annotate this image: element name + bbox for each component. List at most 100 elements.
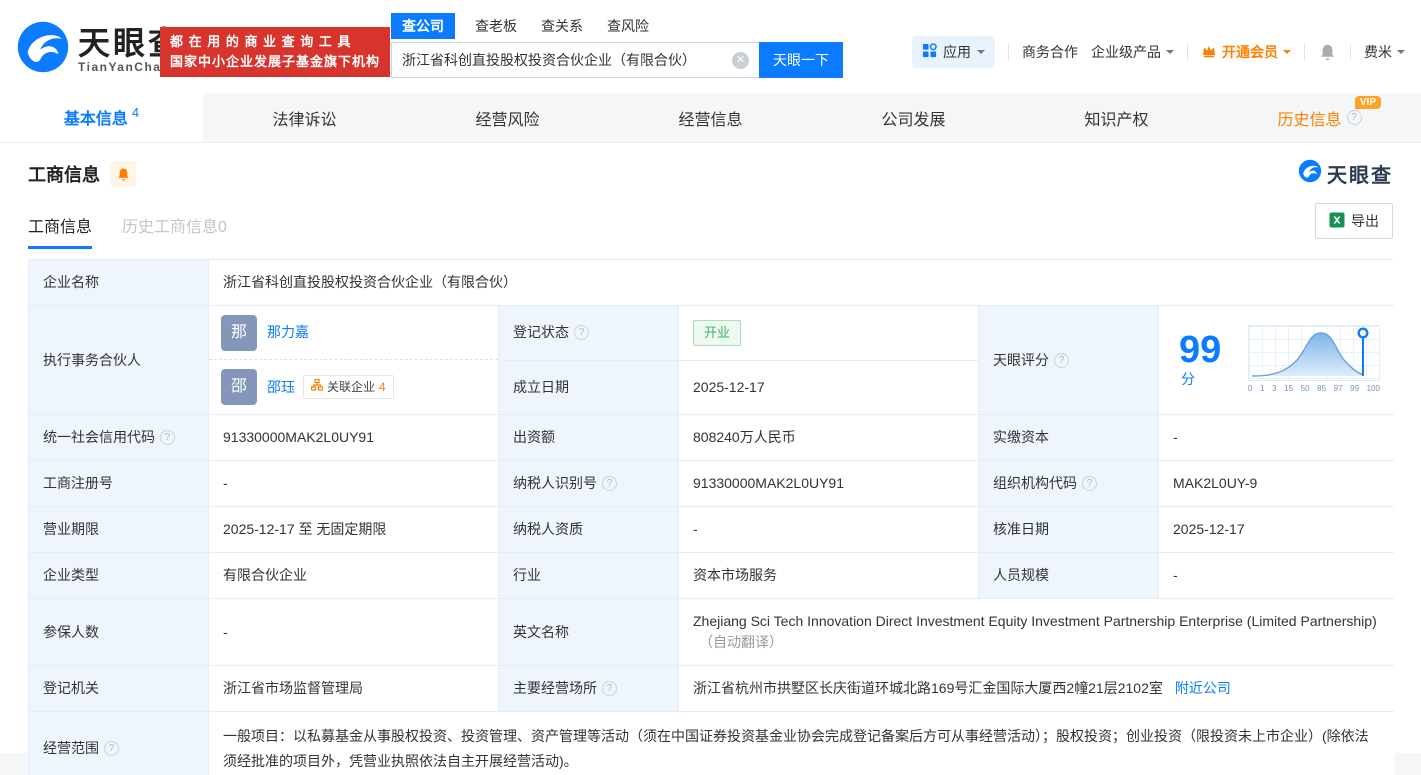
reg-status-label: 登记状态? [499, 306, 679, 361]
tab-history-info[interactable]: VIP 历史信息 ? [1218, 93, 1421, 142]
tianyancha-logo-icon [1298, 159, 1322, 188]
help-icon[interactable]: ? [602, 681, 617, 696]
search-tab-relation[interactable]: 查关系 [541, 16, 583, 36]
paid-capital-value: - [1159, 415, 1394, 461]
reg-status-value: 开业 [679, 306, 979, 361]
excel-icon [1329, 212, 1345, 231]
executive-partner-label: 执行事务合伙人 [29, 306, 209, 415]
clear-search-icon[interactable]: ✕ [732, 51, 749, 69]
watermark-text: 天眼查 [1327, 165, 1393, 187]
subtab-business-info[interactable]: 工商信息 [28, 213, 93, 249]
business-info-table: 企业名称 浙江省科创直投股权投资合伙企业（有限合伙） 执行事务合伙人 那 那力嘉… [28, 259, 1394, 775]
partner-name-link[interactable]: 邵珏 [267, 377, 295, 398]
slogan-banner: 都 在 用 的 商 业 查 询 工 具 国家中小企业发展子基金旗下机构 [160, 27, 391, 77]
score-label: 天眼评分? [979, 306, 1159, 415]
establish-date-label: 成立日期 [499, 360, 679, 415]
apps-menu[interactable]: 应用 [912, 36, 995, 68]
approval-date-value: 2025-12-17 [1159, 507, 1394, 553]
reg-authority-label: 登记机关 [29, 666, 209, 712]
status-badge: 开业 [693, 320, 742, 346]
divider [1304, 44, 1305, 60]
chevron-down-icon [1283, 50, 1291, 58]
executive-partner-cell: 那 那力嘉 邵 邵珏 关联企业 4 [209, 306, 499, 415]
user-account-menu[interactable]: 费米 [1364, 42, 1405, 62]
username-label: 费米 [1364, 44, 1392, 60]
score-number: 99分 [1179, 328, 1222, 387]
export-button[interactable]: 导出 [1315, 203, 1393, 239]
help-icon[interactable]: ? [1054, 352, 1069, 368]
subtab-history-business-info[interactable]: 历史工商信息0 [122, 213, 227, 249]
help-icon[interactable]: ? [574, 325, 589, 341]
header-nav: 应用 商务合作 企业级产品 开通会员 费米 [912, 36, 1405, 68]
apps-grid-icon [922, 43, 937, 61]
tab-intellectual-property[interactable]: 知识产权 [1015, 93, 1218, 142]
paid-capital-label: 实缴资本 [979, 415, 1159, 461]
subscribe-bell-icon[interactable] [110, 161, 136, 187]
notifications-bell-icon[interactable] [1318, 43, 1337, 62]
tab-basic-info[interactable]: 基本信息 4 [0, 93, 203, 142]
taxpayer-id-label: 纳税人识别号? [499, 461, 679, 507]
vip-badge: VIP [1354, 96, 1381, 109]
reg-authority-value: 浙江省市场监督管理局 [209, 666, 499, 712]
section-title: 工商信息 [28, 165, 100, 185]
help-icon[interactable]: ? [1082, 476, 1097, 491]
address-value: 浙江省杭州市拱墅区长庆街道环城北路169号汇金国际大厦西2幢21层2102室 附… [679, 666, 1394, 712]
search-tab-boss[interactable]: 查老板 [475, 16, 517, 36]
page: 天眼查 TianYanCha.com 都 在 用 的 商 业 查 询 工 具 国… [0, 0, 1421, 775]
help-icon[interactable]: ? [160, 430, 175, 445]
company-name-value: 浙江省科创直投股权投资合伙企业（有限合伙） [209, 260, 1394, 306]
credit-code-value: 91330000MAK2L0UY91 [209, 415, 499, 461]
credit-code-label: 统一社会信用代码? [29, 415, 209, 461]
help-icon[interactable]: ? [1346, 110, 1362, 125]
tab-operating-risk[interactable]: 经营风险 [406, 93, 609, 142]
approval-date-label: 核准日期 [979, 507, 1159, 553]
industry-label: 行业 [499, 553, 679, 599]
reg-number-value: - [209, 461, 499, 507]
search-input[interactable] [402, 52, 732, 68]
search-tab-risk[interactable]: 查风险 [607, 16, 649, 36]
establish-date-value: 2025-12-17 [679, 360, 979, 415]
help-icon[interactable]: ? [104, 741, 119, 756]
tab-company-development[interactable]: 公司发展 [812, 93, 1015, 142]
insured-value: - [209, 599, 499, 666]
search-input-wrap: ✕ [391, 42, 759, 78]
org-code-label: 组织机构代码? [979, 461, 1159, 507]
company-type-label: 企业类型 [29, 553, 209, 599]
tab-operating-info[interactable]: 经营信息 [609, 93, 812, 142]
taxpayer-quality-value: - [679, 507, 979, 553]
capital-label: 出资额 [499, 415, 679, 461]
taxpayer-id-value: 91330000MAK2L0UY91 [679, 461, 979, 507]
tab-label: 知识产权 [1084, 111, 1149, 129]
tab-label: 公司发展 [881, 111, 946, 129]
slogan-line2: 国家中小企业发展子基金旗下机构 [170, 54, 381, 69]
divider [1008, 44, 1009, 60]
industry-value: 资本市场服务 [679, 553, 979, 599]
score-value-cell: 99分 0 1 3 15 50 85 97 99 100 [1159, 306, 1394, 415]
score-axis-ticks: 0 1 3 15 50 85 97 99 100 [1248, 384, 1380, 393]
tab-label: 法律诉讼 [272, 111, 337, 129]
related-count: 4 [379, 380, 386, 394]
search-button[interactable]: 天眼一下 [759, 42, 843, 78]
nav-vip-membership[interactable]: 开通会员 [1201, 42, 1291, 62]
nav-enterprise-products[interactable]: 企业级产品 [1091, 42, 1174, 62]
staff-size-value: - [1159, 553, 1394, 599]
nearby-companies-link[interactable]: 附近公司 [1175, 678, 1231, 699]
enterprise-label: 企业级产品 [1091, 44, 1161, 60]
org-chart-icon [310, 378, 324, 396]
tab-label: 经营信息 [678, 111, 743, 129]
tab-label: 历史信息 [1277, 111, 1342, 129]
help-icon[interactable]: ? [602, 476, 617, 491]
tab-legal-proceedings[interactable]: 法律诉讼 [203, 93, 406, 142]
avatar: 邵 [221, 369, 257, 405]
nav-business-cooperation[interactable]: 商务合作 [1022, 42, 1078, 62]
search-area: 查公司 查老板 查关系 查风险 ✕ 天眼一下 [391, 13, 843, 78]
divider [1350, 44, 1351, 60]
vip-label: 开通会员 [1222, 44, 1278, 60]
partner-name-link[interactable]: 那力嘉 [267, 322, 309, 343]
tab-count: 4 [131, 104, 140, 120]
auto-translate-note: （自动翻译） [699, 634, 783, 650]
tab-label: 基本信息 [63, 111, 128, 128]
subtab-row: 工商信息 历史工商信息0 导出 [0, 187, 1421, 249]
search-tab-company[interactable]: 查公司 [391, 13, 455, 39]
related-companies-badge[interactable]: 关联企业 4 [303, 375, 394, 399]
